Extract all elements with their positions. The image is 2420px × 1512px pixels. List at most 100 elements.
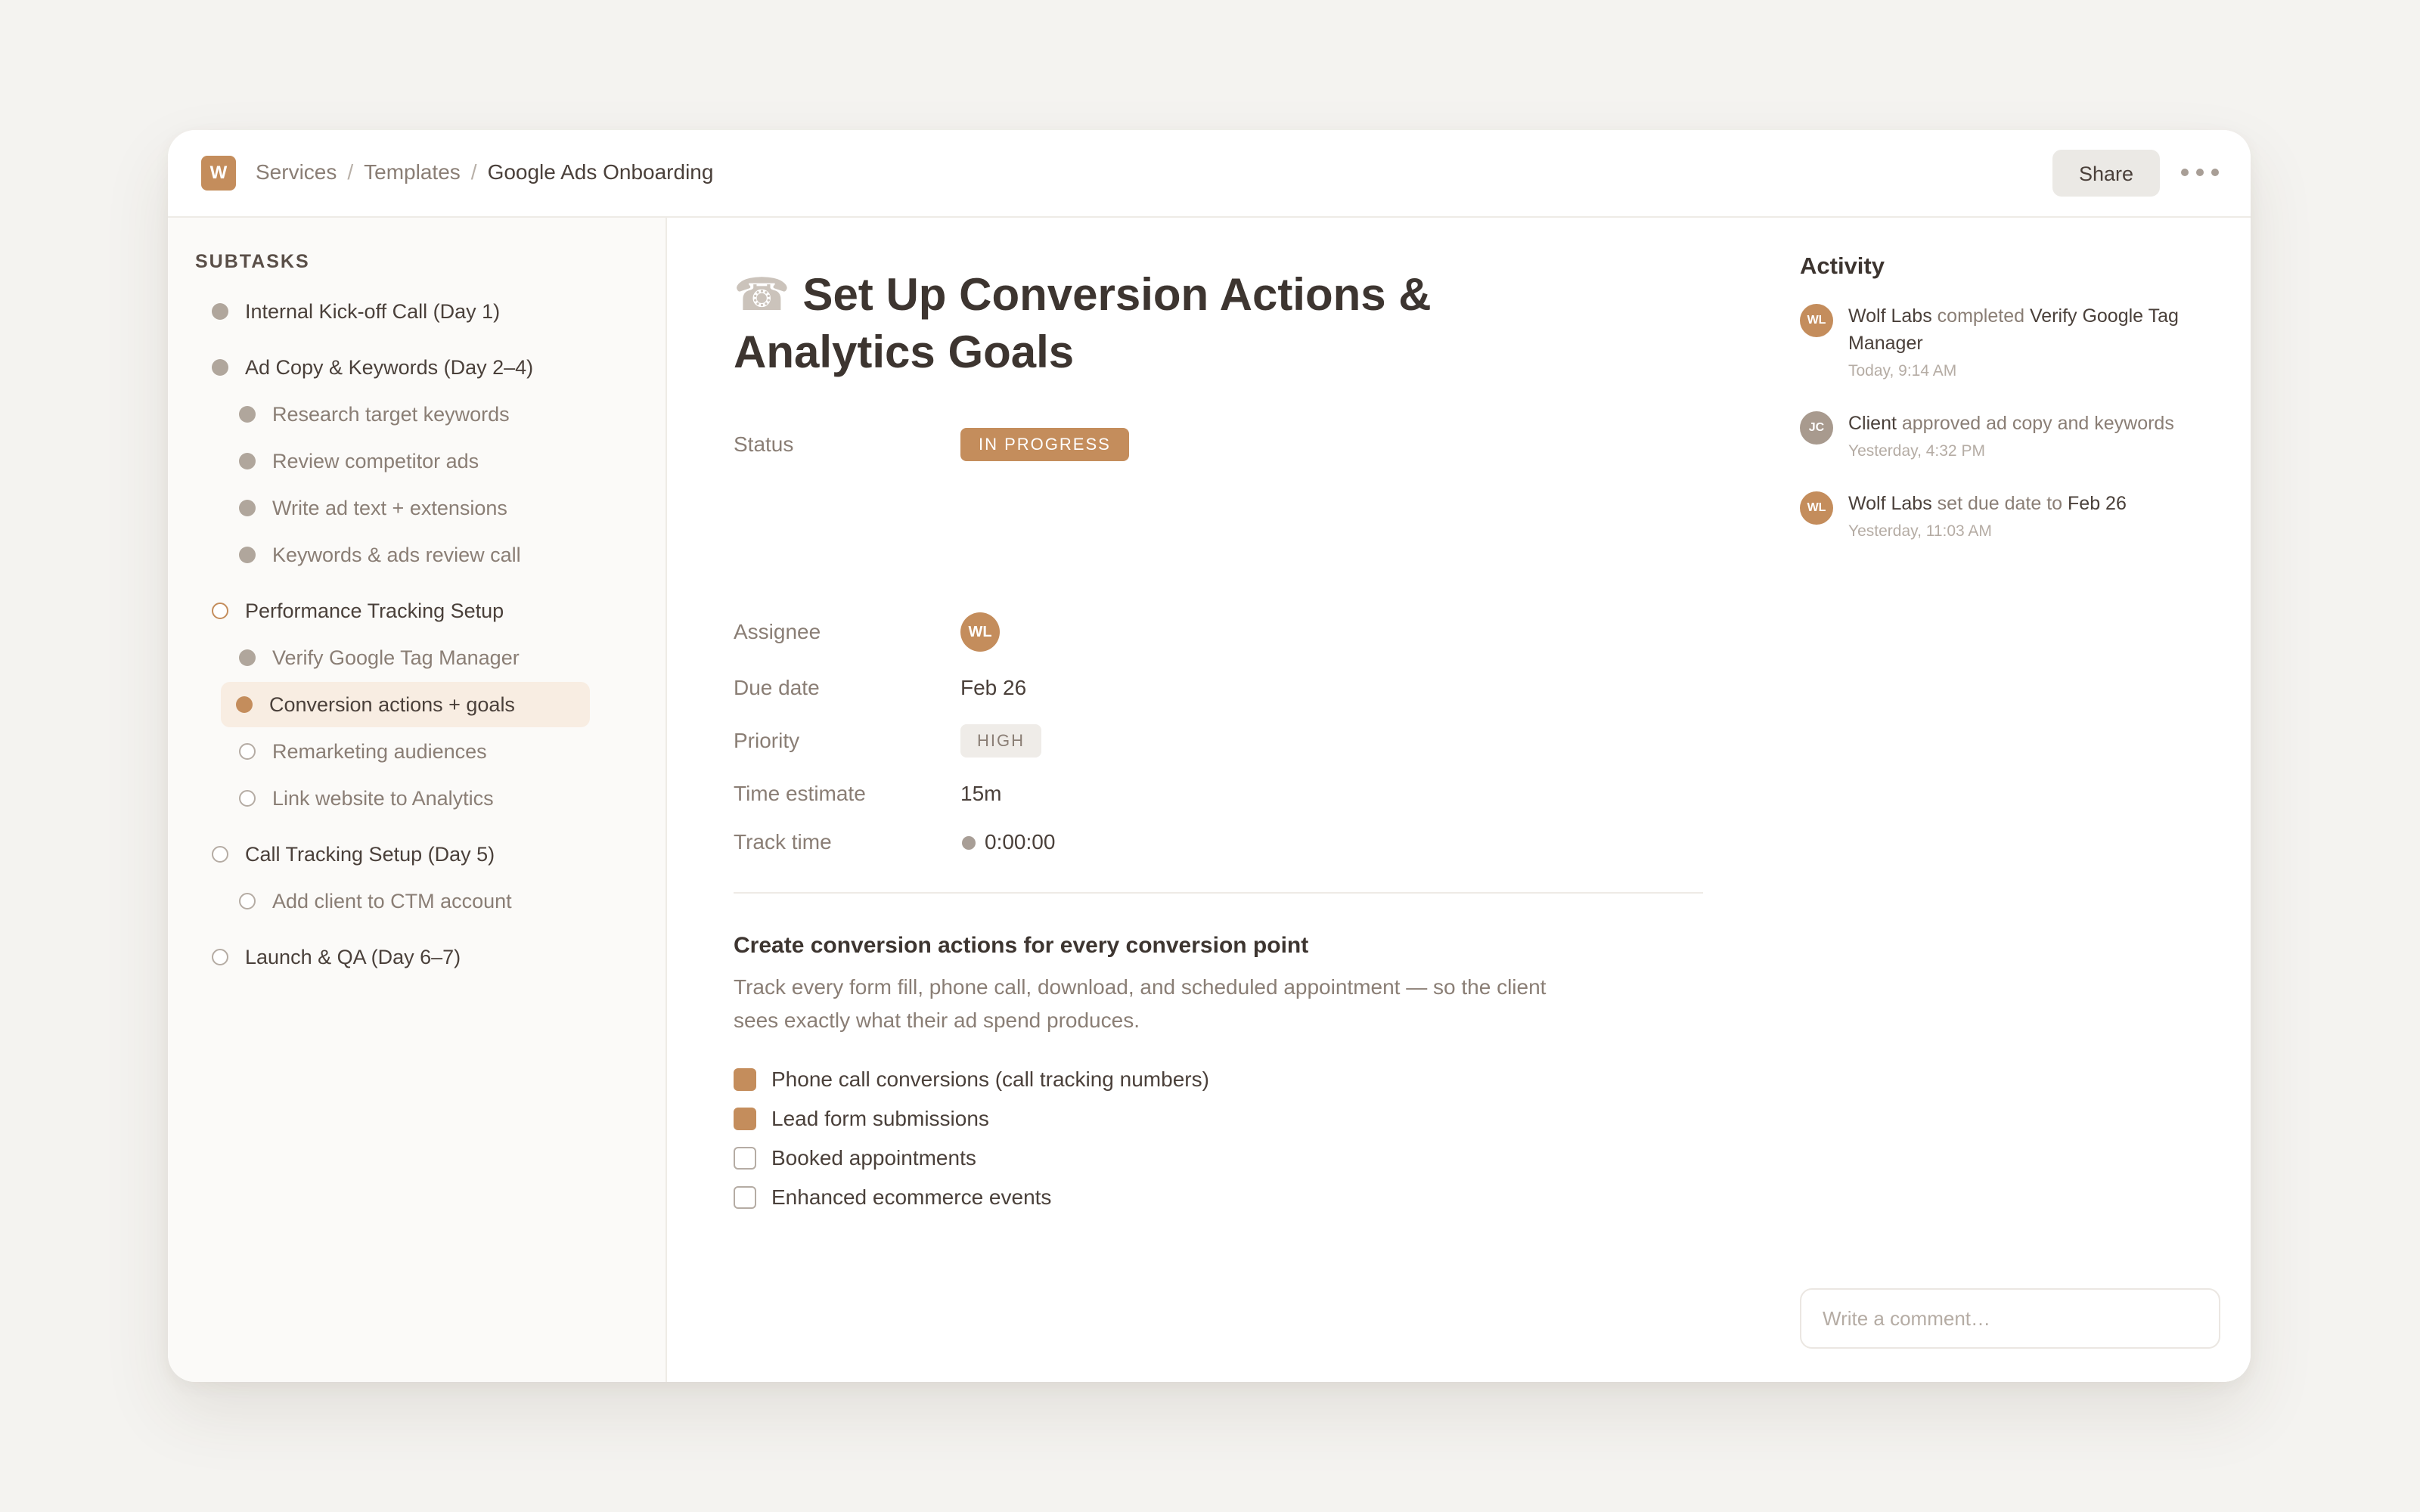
checklist-item[interactable]: Booked appointments [734, 1142, 976, 1175]
priority-label: Priority [734, 729, 800, 752]
checkbox-unchecked-icon[interactable] [734, 1147, 756, 1170]
subtask-item[interactable]: Remarketing audiences [239, 729, 487, 774]
subtask-item[interactable]: Ad Copy & Keywords (Day 2–4) [212, 345, 533, 390]
comment-input[interactable] [1800, 1288, 2220, 1349]
section-title: Create conversion actions for every conv… [734, 933, 1309, 958]
subtask-label: Call Tracking Setup (Day 5) [245, 842, 495, 866]
status-done-icon [212, 303, 228, 320]
phone-icon: ☎ [734, 269, 790, 320]
status-done-icon [239, 453, 256, 469]
avatar[interactable]: JC [1800, 411, 1833, 445]
checklist-label: Enhanced ecommerce events [771, 1185, 1052, 1209]
breadcrumb-separator: / [347, 160, 354, 184]
task-window: W Services / Templates / Google Ads Onboardi… [168, 130, 2251, 1382]
timer-icon[interactable] [962, 836, 976, 850]
share-button[interactable]: Share [2052, 150, 2160, 197]
checkbox-unchecked-icon[interactable] [734, 1186, 756, 1209]
subtask-label: Keywords & ads review call [272, 543, 521, 566]
workspace-logo[interactable]: W [201, 156, 236, 191]
subtask-label: Conversion actions + goals [269, 692, 515, 716]
subtask-label: Verify Google Tag Manager [272, 646, 520, 669]
subtask-label: Internal Kick-off Call (Day 1) [245, 299, 501, 323]
status-in-progress-icon [212, 603, 228, 619]
due-date-value[interactable]: Feb 26 [960, 673, 1026, 703]
breadcrumb-separator: / [470, 160, 477, 184]
subtask-item[interactable]: Keywords & ads review call [239, 532, 521, 578]
subtask-item[interactable]: Add client to CTM account [239, 878, 512, 924]
activity-text: Client approved ad copy and keywords [1848, 410, 2226, 437]
time-estimate-value[interactable]: 15m [960, 779, 1001, 809]
subtask-item[interactable]: Call Tracking Setup (Day 5) [212, 832, 495, 877]
subtask-label: Ad Copy & Keywords (Day 2–4) [245, 355, 534, 379]
subtask-item[interactable]: Performance Tracking Setup [212, 588, 504, 634]
subtask-item[interactable]: Research target keywords [239, 392, 510, 437]
subtask-label: Research target keywords [272, 402, 510, 426]
avatar[interactable]: WL [1800, 304, 1833, 337]
status-todo-icon [239, 790, 256, 807]
checklist-item[interactable]: Lead form submissions [734, 1102, 989, 1136]
checklist-item[interactable]: Phone call conversions (call tracking nu… [734, 1063, 1209, 1096]
avatar[interactable]: WL [1800, 491, 1833, 525]
activity-action: set due date to [1937, 493, 2063, 514]
due-date-label: Due date [734, 676, 820, 699]
activity-actor[interactable]: Wolf Labs [1848, 305, 1932, 327]
assignee-label: Assignee [734, 620, 821, 643]
subtask-item[interactable]: Launch & QA (Day 6–7) [212, 934, 461, 980]
subtask-item[interactable]: Link website to Analytics [239, 776, 494, 821]
activity-actor[interactable]: Client [1848, 413, 1897, 434]
status-done-icon [212, 359, 228, 376]
subtask-item[interactable]: Write ad text + extensions [239, 485, 507, 531]
breadcrumb-current: Google Ads Onboarding [487, 160, 714, 184]
more-horizontal-icon[interactable] [2181, 159, 2219, 186]
subtask-item[interactable]: Internal Kick-off Call (Day 1) [212, 289, 500, 334]
track-time-label: Track time [734, 830, 832, 854]
subtask-item[interactable]: Verify Google Tag Manager [239, 635, 520, 680]
activity-panel: Activity WL Wolf Labs completed Verify G… [1768, 218, 2251, 1382]
activity-text: Wolf Labs set due date to Feb 26 [1848, 490, 2226, 517]
subtask-item-selected[interactable]: Conversion actions + goals [221, 682, 590, 727]
activity-text: Wolf Labs completed Verify Google Tag Ma… [1848, 302, 2226, 357]
subtasks-heading: SUBTASKS [195, 251, 310, 272]
status-todo-icon [239, 893, 256, 909]
track-time-value[interactable]: 0:00:00 [985, 827, 1055, 857]
status-todo-icon [239, 743, 256, 760]
subtask-label: Performance Tracking Setup [245, 599, 504, 622]
subtask-item[interactable]: Review competitor ads [239, 438, 479, 484]
activity-heading: Activity [1800, 253, 1885, 279]
subtask-label: Link website to Analytics [272, 786, 494, 810]
checklist-item[interactable]: Enhanced ecommerce events [734, 1181, 1051, 1214]
subtask-label: Review competitor ads [272, 449, 479, 472]
status-active-icon [236, 696, 253, 713]
checklist-label: Lead form submissions [771, 1107, 989, 1130]
activity-timestamp: Yesterday, 4:32 PM [1848, 442, 1985, 460]
checklist-label: Phone call conversions (call tracking nu… [771, 1067, 1209, 1091]
checkbox-checked-icon[interactable] [734, 1108, 756, 1130]
page-title[interactable]: ☎ Set Up Conversion Actions & Analytics … [734, 266, 1490, 381]
activity-action: completed [1937, 305, 2025, 327]
top-bar: W Services / Templates / Google Ads Onboardi… [168, 130, 2251, 218]
breadcrumb-services[interactable]: Services [256, 160, 337, 184]
status-todo-icon [212, 846, 228, 863]
status-badge[interactable]: IN PROGRESS [960, 428, 1129, 461]
subtasks-sidebar: SUBTASKS Internal Kick-off Call (Day 1) … [168, 218, 667, 1382]
activity-action: approved ad copy and keywords [1901, 413, 2174, 434]
divider [734, 892, 1703, 894]
priority-badge[interactable]: HIGH [960, 724, 1041, 758]
checkbox-checked-icon[interactable] [734, 1068, 756, 1091]
section-description: Track every form fill, phone call, downl… [734, 975, 1547, 1032]
subtask-label: Launch & QA (Day 6–7) [245, 945, 461, 968]
breadcrumb-templates[interactable]: Templates [364, 160, 461, 184]
activity-timestamp: Yesterday, 11:03 AM [1848, 522, 1992, 540]
breadcrumb: Services / Templates / Google Ads Onboarding [256, 157, 713, 187]
status-done-icon [239, 500, 256, 516]
activity-actor[interactable]: Wolf Labs [1848, 493, 1932, 514]
subtask-label: Add client to CTM account [272, 889, 512, 912]
checklist-label: Booked appointments [771, 1146, 976, 1170]
assignee-avatar[interactable]: WL [960, 612, 1000, 652]
activity-object[interactable]: Feb 26 [2068, 493, 2127, 514]
subtask-label: Write ad text + extensions [272, 496, 507, 519]
status-done-icon [239, 649, 256, 666]
status-done-icon [239, 406, 256, 423]
activity-timestamp: Today, 9:14 AM [1848, 362, 1957, 380]
time-estimate-label: Time estimate [734, 782, 866, 805]
